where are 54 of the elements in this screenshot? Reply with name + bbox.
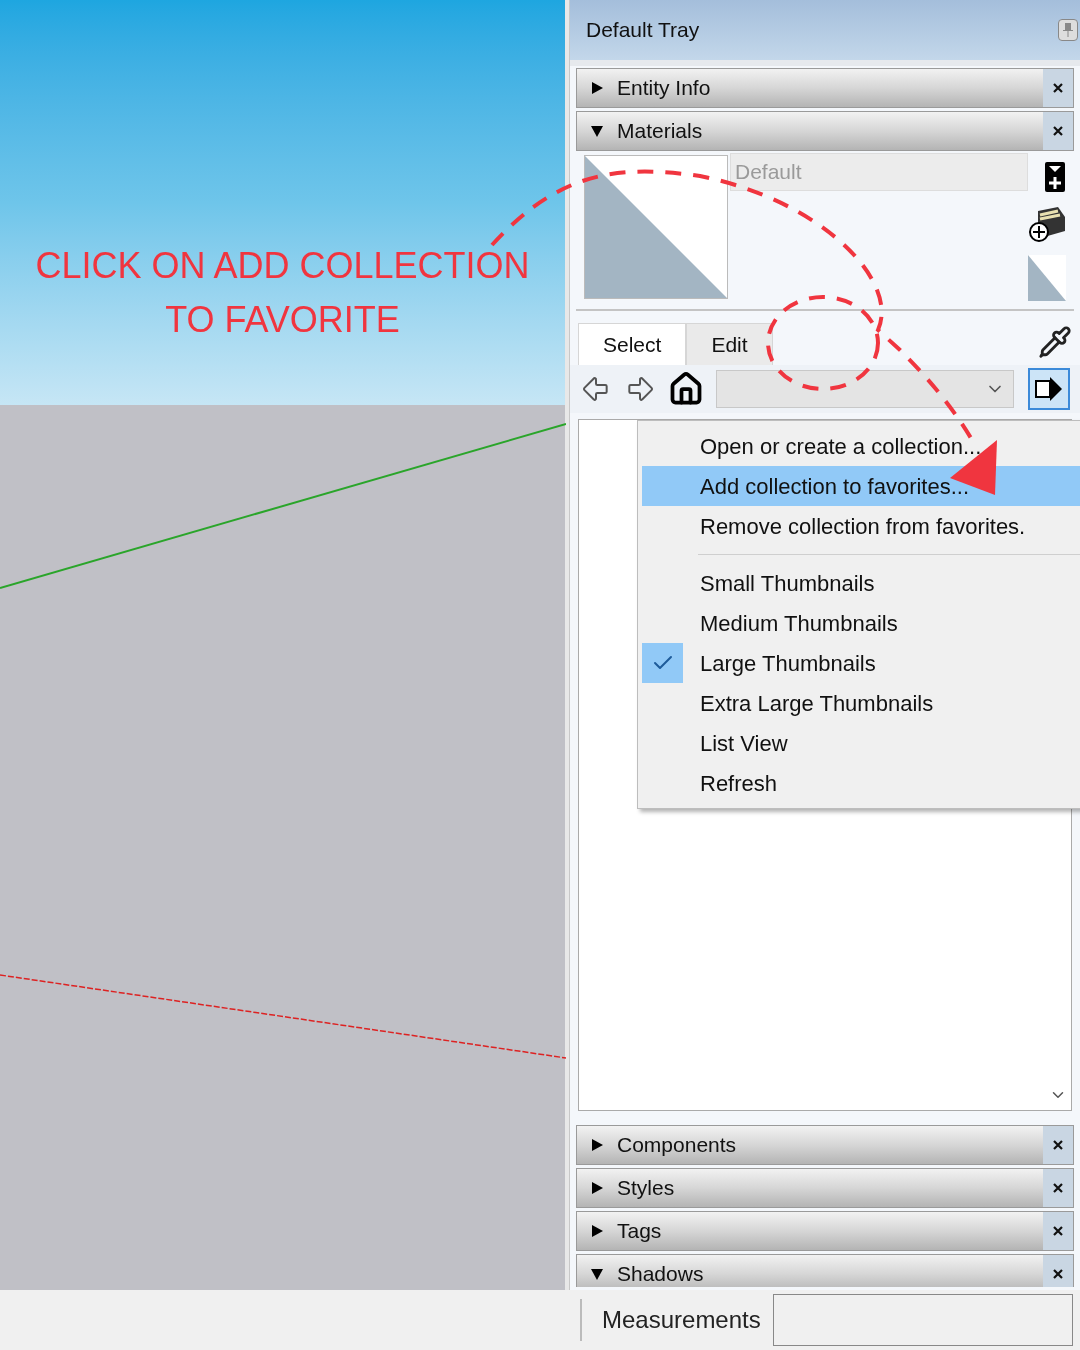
menu-item[interactable]: Small Thumbnails xyxy=(642,563,1080,603)
home-icon[interactable] xyxy=(668,371,704,407)
tab[interactable]: Edit xyxy=(686,323,773,365)
close-icon xyxy=(1052,1225,1064,1237)
panel-header[interactable]: Tags xyxy=(576,1211,1074,1251)
collapsed-triangle-icon xyxy=(591,1182,603,1194)
close-icon xyxy=(1052,1182,1064,1194)
collapsed-triangle-icon xyxy=(591,1225,603,1237)
close-button[interactable] xyxy=(1043,1212,1073,1250)
menu-item[interactable]: Large Thumbnails xyxy=(642,643,1080,683)
panel-header[interactable]: Shadows xyxy=(576,1254,1074,1287)
panel-header[interactable]: Materials xyxy=(576,111,1074,151)
menu-item[interactable]: List View xyxy=(642,723,1080,763)
menu-item[interactable]: Add collection to favorites... xyxy=(642,466,1080,506)
menu-item[interactable]: Extra Large Thumbnails xyxy=(642,683,1080,723)
tray-title: Default Tray xyxy=(586,17,700,44)
measurements-label: Measurements xyxy=(602,1305,761,1335)
annotation-text: CLICK ON ADD COLLECTION TO FAVORITE xyxy=(35,243,530,342)
eyedropper-icon[interactable] xyxy=(1038,325,1072,359)
expanded-triangle-icon xyxy=(591,1268,603,1280)
panel-title: Materials xyxy=(617,118,703,145)
collapsed-triangle-icon xyxy=(591,1139,603,1151)
collection-dropdown[interactable] xyxy=(716,370,1014,408)
panel-title: Entity Info xyxy=(617,75,711,102)
panel-header[interactable]: Components xyxy=(576,1125,1074,1165)
tab[interactable]: Select xyxy=(578,323,687,365)
pin-icon[interactable] xyxy=(1058,19,1078,41)
collapsed-triangle-icon xyxy=(591,82,603,94)
close-icon xyxy=(1052,125,1064,137)
close-button[interactable] xyxy=(1043,1255,1073,1287)
material-swatch xyxy=(1028,255,1066,301)
page-arrow-icon xyxy=(1034,375,1064,403)
measurements-field[interactable] xyxy=(772,1294,1073,1346)
close-button[interactable] xyxy=(1043,112,1073,150)
details-button[interactable] xyxy=(1028,368,1070,410)
panel-header[interactable]: Entity Info xyxy=(576,68,1074,108)
close-button[interactable] xyxy=(1043,69,1073,107)
close-icon xyxy=(1052,1139,1064,1151)
panel-title: Tags xyxy=(617,1218,662,1245)
create-material-icon[interactable] xyxy=(1044,161,1066,193)
panel-header[interactable]: Styles xyxy=(576,1168,1074,1208)
panel-title: Styles xyxy=(617,1175,675,1202)
panel-title: Components xyxy=(617,1132,737,1159)
close-button[interactable] xyxy=(1043,1126,1073,1164)
close-icon xyxy=(1052,1268,1064,1280)
expanded-triangle-icon xyxy=(591,125,603,137)
close-icon xyxy=(1052,82,1064,94)
menu-item[interactable]: Refresh xyxy=(642,763,1080,803)
close-button[interactable] xyxy=(1043,1169,1073,1207)
menu-item[interactable]: Medium Thumbnails xyxy=(642,603,1080,643)
menu-item[interactable]: Remove collection from favorites. xyxy=(642,506,1080,546)
panel-title: Shadows xyxy=(617,1261,704,1287)
menu-item[interactable]: Open or create a collection... xyxy=(642,426,1080,466)
add-collection-icon[interactable] xyxy=(1028,205,1066,243)
